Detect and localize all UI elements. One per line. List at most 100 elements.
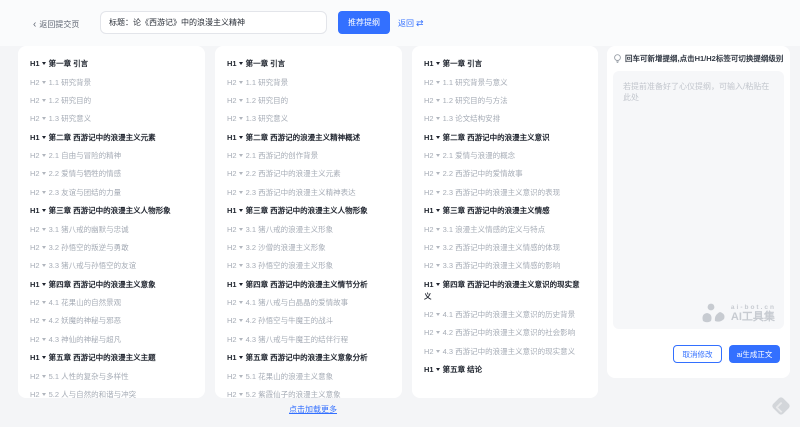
heading-level-tag[interactable]: H1 [424,59,434,68]
custom-outline-textarea[interactable] [613,71,784,329]
heading-level-tag[interactable]: H2 [227,261,237,270]
outline-item[interactable]: H23.2 沙僧的浪漫主义形象 [227,239,390,257]
heading-level-tag[interactable]: H2 [227,188,237,197]
heading-level-tag[interactable]: H2 [424,188,434,197]
outline-item[interactable]: H24.2 孙悟空与牛魔王的战斗 [227,312,390,330]
heading-level-tag[interactable]: H2 [227,169,237,178]
outline-item[interactable]: H22.2 西游记中的爱情故事 [424,165,586,183]
heading-level-tag[interactable]: H2 [227,335,237,344]
heading-level-tag[interactable]: H2 [30,298,40,307]
outline-item[interactable]: H1第三章 西游记中的浪漫主义人物形象 [227,202,390,220]
heading-level-tag[interactable]: H2 [227,114,237,123]
outline-item[interactable]: H24.1 西游记中的浪漫主义意识的历史背景 [424,306,586,324]
heading-level-tag[interactable]: H2 [424,151,434,160]
outline-item[interactable]: H21.1 研究背景与意义 [424,73,586,91]
heading-level-tag[interactable]: H2 [30,151,40,160]
heading-level-tag[interactable]: H1 [227,133,237,142]
heading-level-tag[interactable]: H1 [30,59,40,68]
heading-level-tag[interactable]: H2 [30,372,40,381]
heading-level-tag[interactable]: H1 [30,206,40,215]
heading-level-tag[interactable]: H2 [227,316,237,325]
heading-level-tag[interactable]: H2 [227,243,237,252]
heading-level-tag[interactable]: H2 [30,225,40,234]
outline-item[interactable]: H1第三章 西游记中的浪漫主义情感 [424,202,586,220]
heading-level-tag[interactable]: H2 [227,225,237,234]
heading-level-tag[interactable]: H2 [30,261,40,270]
outline-item[interactable]: H24.3 猪八戒与牛魔王的结伴行程 [227,331,390,349]
heading-level-tag[interactable]: H2 [227,298,237,307]
outline-item[interactable]: H21.1 研究背景 [30,73,193,91]
outline-item[interactable]: H23.1 猪八戒的幽默与忠诚 [30,220,193,238]
heading-level-tag[interactable]: H2 [227,96,237,105]
return-link[interactable]: 返回 ⇄ [398,18,424,29]
outline-item[interactable]: H1第四章 西游记中的浪漫主义情节分析 [227,276,390,294]
outline-item[interactable]: H25.1 人性的复杂与多样性 [30,367,193,385]
outline-item[interactable]: H22.2 西游记中的浪漫主义元素 [227,165,390,183]
outline-item[interactable]: H1第五章 西游记中的浪漫主义意象分析 [227,349,390,367]
outline-item[interactable]: H1第四章 西游记中的浪漫主义意象 [30,276,193,294]
outline-item[interactable]: H25.2 人与自然的和谐与冲突 [30,386,193,398]
heading-level-tag[interactable]: H2 [30,96,40,105]
outline-item[interactable]: H22.1 爱情与浪漫的概念 [424,147,586,165]
outline-item[interactable]: H21.2 研究目的与方法 [424,92,586,110]
cancel-edit-button[interactable]: 取消修改 [673,345,722,363]
outline-item[interactable]: H23.3 猪八戒与孙悟空的友谊 [30,257,193,275]
heading-level-tag[interactable]: H2 [30,243,40,252]
outline-item[interactable]: H24.2 西游记中的浪漫主义意识的社会影响 [424,324,586,342]
outline-item[interactable]: H1第一章 引言 [227,55,390,73]
heading-level-tag[interactable]: H2 [30,390,40,398]
heading-level-tag[interactable]: H1 [227,280,237,289]
outline-item[interactable]: H22.1 西游记的创作背景 [227,147,390,165]
back-to-submit-link[interactable]: ‹ 返回提交页 [33,19,79,30]
outline-item[interactable]: H1第五章 结论 [424,361,586,379]
heading-level-tag[interactable]: H2 [424,225,434,234]
heading-level-tag[interactable]: H1 [30,280,40,289]
outline-item[interactable]: H1第五章 西游记中的浪漫主义主题 [30,349,193,367]
heading-level-tag[interactable]: H2 [30,188,40,197]
outline-item[interactable]: H24.1 猪八戒与白晶晶的爱情故事 [227,294,390,312]
outline-item[interactable]: H24.3 神仙的神秘与超凡 [30,331,193,349]
heading-level-tag[interactable]: H2 [424,96,434,105]
outline-item[interactable]: H25.2 紫霞仙子的浪漫主义意象 [227,386,390,398]
outline-item[interactable]: H22.3 友谊与团结的力量 [30,184,193,202]
heading-level-tag[interactable]: H2 [424,347,434,356]
heading-level-tag[interactable]: H2 [227,390,237,398]
outline-item[interactable]: H1第三章 西游记中的浪漫主义人物形象 [30,202,193,220]
outline-item[interactable]: H24.2 妖魔的神秘与邪恶 [30,312,193,330]
outline-item[interactable]: H1第一章 引言 [30,55,193,73]
outline-item[interactable]: H21.2 研究目的 [30,92,193,110]
heading-level-tag[interactable]: H2 [227,151,237,160]
heading-level-tag[interactable]: H2 [30,169,40,178]
heading-level-tag[interactable]: H2 [424,310,434,319]
heading-level-tag[interactable]: H2 [227,372,237,381]
heading-level-tag[interactable]: H2 [424,328,434,337]
heading-level-tag[interactable]: H2 [424,169,434,178]
heading-level-tag[interactable]: H1 [227,206,237,215]
recommend-outline-button[interactable]: 推荐提纲 [338,11,390,34]
outline-item[interactable]: H23.3 西游记中的浪漫主义情感的影响 [424,257,586,275]
heading-level-tag[interactable]: H2 [30,114,40,123]
ai-generate-body-button[interactable]: ai生成正文 [729,345,780,363]
heading-level-tag[interactable]: H2 [424,243,434,252]
heading-level-tag[interactable]: H1 [30,353,40,362]
heading-level-tag[interactable]: H2 [30,78,40,87]
outline-item[interactable]: H1第二章 西游记中的浪漫主义意识 [424,129,586,147]
outline-item[interactable]: H1第一章 引言 [424,55,586,73]
outline-item[interactable]: H23.2 孙悟空的叛逆与勇敢 [30,239,193,257]
load-more-link[interactable]: 点击加载更多 [289,404,337,415]
outline-item[interactable]: H23.1 浪漫主义情感的定义与特点 [424,220,586,238]
title-input[interactable] [100,11,327,34]
outline-item[interactable]: H21.3 研究意义 [30,110,193,128]
outline-item[interactable]: H22.3 西游记中的浪漫主义精神表达 [227,184,390,202]
heading-level-tag[interactable]: H1 [227,59,237,68]
outline-item[interactable]: H23.3 孙悟空的浪漫主义形象 [227,257,390,275]
heading-level-tag[interactable]: H2 [424,78,434,87]
outline-item[interactable]: H1第二章 西游记中的浪漫主义元素 [30,129,193,147]
heading-level-tag[interactable]: H2 [424,261,434,270]
outline-item[interactable]: H21.3 研究意义 [227,110,390,128]
heading-level-tag[interactable]: H2 [30,335,40,344]
heading-level-tag[interactable]: H2 [227,78,237,87]
outline-item[interactable]: H1第二章 西游记的浪漫主义精神概述 [227,129,390,147]
heading-level-tag[interactable]: H1 [227,353,237,362]
heading-level-tag[interactable]: H1 [424,365,434,374]
